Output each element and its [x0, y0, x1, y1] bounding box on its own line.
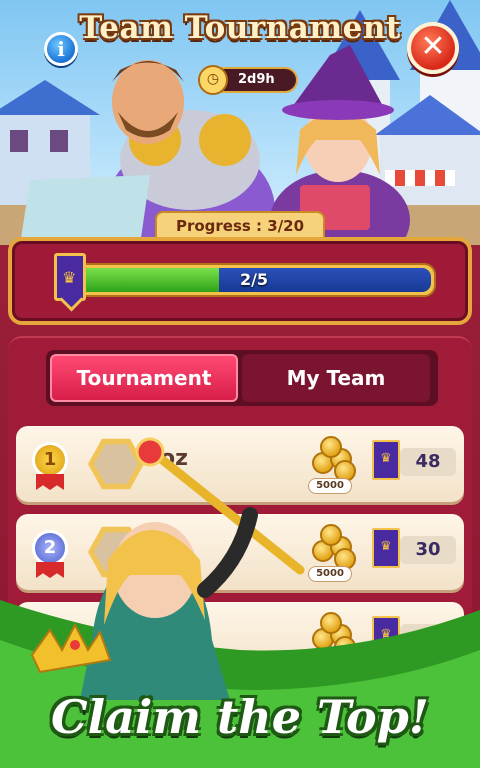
slogan-text: Claim the Top! [50, 690, 430, 744]
leaderboard-row-2[interactable]: 2 8 5000 ♛ 30 [16, 514, 464, 590]
close-icon: ✕ [420, 29, 446, 64]
crown-banner-icon: ♛ [372, 440, 400, 480]
coin-reward: 5000 [308, 478, 352, 494]
ribbon-icon [36, 474, 64, 490]
info-button[interactable]: i [44, 32, 78, 66]
progress-bar: 2/5 [72, 263, 436, 297]
progress-value: 2/5 [239, 270, 269, 289]
coin-reward: 5000 [308, 654, 352, 670]
progress-panel: 2/5 ♛ [8, 237, 472, 325]
rank-medal-icon: 1 [32, 442, 68, 478]
event-timer: ◷ 2d9h [198, 65, 298, 95]
clock-icon: ◷ [198, 65, 228, 95]
coin-reward: 5000 [308, 566, 352, 582]
close-button[interactable]: ✕ [407, 22, 459, 74]
leaderboard-row-1[interactable]: 1 oz 5000 ♛ 48 [16, 426, 464, 502]
team-name: 8 [160, 534, 176, 559]
tab-bar: Tournament My Team [8, 336, 472, 418]
crown-banner-icon: ♛ [54, 253, 86, 301]
team-avatar [88, 526, 144, 578]
tab-my-team[interactable]: My Team [242, 354, 430, 402]
team-score: 26 [400, 624, 456, 652]
team-avatar [88, 438, 144, 490]
header-scene: Team Tournament i ✕ ◷ 2d9h [0, 0, 480, 245]
team-avatar [88, 614, 144, 666]
tab-holder: Tournament My Team [46, 350, 438, 406]
team-name: oz [160, 446, 188, 471]
tab-tournament[interactable]: Tournament [50, 354, 238, 402]
timer-value: 2d9h [238, 72, 275, 87]
team-score: 30 [400, 536, 456, 564]
progress-track: 2/5 [77, 268, 431, 292]
page-title: Team Tournament [79, 10, 401, 46]
rank-medal-icon: 3 [32, 618, 68, 654]
team-score: 48 [400, 448, 456, 476]
info-icon: i [57, 37, 65, 61]
crown-banner-icon: ♛ [372, 528, 400, 568]
rank-medal-icon: 2 [32, 530, 68, 566]
leaderboard-row-3[interactable]: 3 5000 ♛ 26 [16, 602, 464, 678]
crown-banner-icon: ♛ [372, 616, 400, 656]
ribbon-icon [36, 562, 64, 578]
